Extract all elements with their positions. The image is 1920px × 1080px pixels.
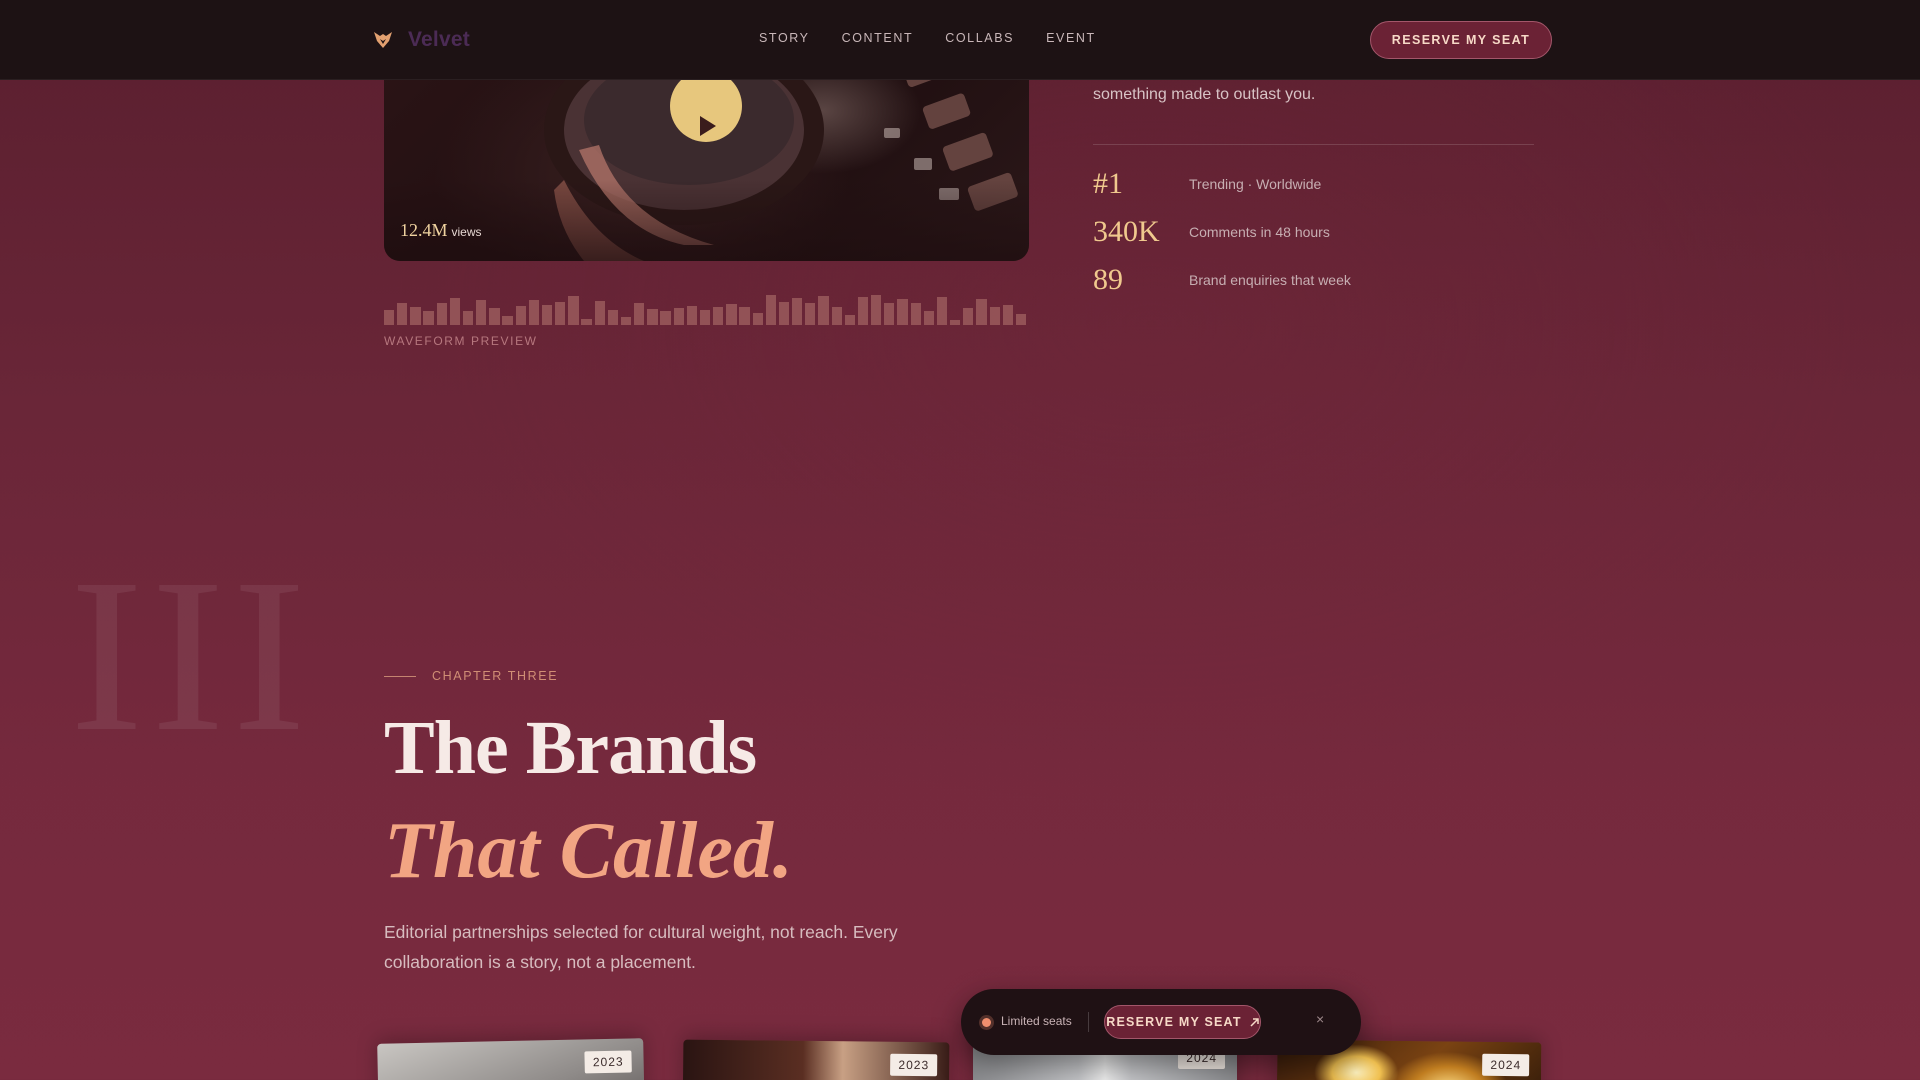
chapter-eyebrow: CHAPTER THREE (384, 669, 558, 683)
waveform-preview (384, 285, 1029, 325)
waveform-bar (989, 307, 1000, 325)
stat-value: #1 (1093, 167, 1123, 200)
waveform-bar (831, 307, 842, 325)
section-title-accent: That Called. (384, 807, 793, 895)
waveform-bar (1015, 314, 1027, 325)
stat-value: 89 (1093, 263, 1123, 296)
waveform-bar (620, 317, 632, 325)
waveform-bar (778, 302, 790, 325)
waveform-bar (792, 298, 803, 325)
reserve-seat-button[interactable]: RESERVE MY SEAT (1370, 21, 1552, 59)
waveform-bar (462, 311, 474, 325)
chapter-label: CHAPTER THREE (432, 669, 559, 683)
waveform-bar (449, 298, 461, 325)
limited-seats-label: Limited seats (1001, 1014, 1072, 1028)
waveform-bar (910, 303, 921, 325)
waveform-bar (752, 313, 763, 325)
waveform-bar (963, 308, 974, 325)
waveform-bar (384, 310, 395, 325)
waveform-bar (607, 310, 619, 325)
waveform-bar (857, 297, 869, 325)
stat-enquiries: 89 Brand enquiries that week (1093, 263, 1351, 297)
floating-reserve-seat-label: RESERVE MY SEAT (1106, 1015, 1242, 1029)
waveform-bar (423, 311, 434, 325)
nav-links: STORY CONTENT COLLABS EVENT (759, 31, 1096, 45)
waveform-bar (581, 319, 592, 325)
waveform-bar (436, 303, 447, 325)
waveform-bar (397, 303, 408, 325)
waveform-bar (568, 296, 579, 325)
waveform-bar (515, 306, 526, 325)
arrow-up-right-icon (1250, 1017, 1259, 1027)
waveform-bar (739, 307, 750, 325)
section-title: The Brands (384, 706, 757, 790)
chapter-line (384, 675, 416, 677)
view-count-label: views (451, 225, 482, 239)
stat-label: Brand enquiries that week (1189, 272, 1351, 288)
waveform-bar (476, 300, 487, 325)
story-tagline: something made to outlast you. (1093, 86, 1316, 103)
year-badge: 2023 (584, 1050, 632, 1074)
view-count-value: 12.4M (400, 220, 448, 240)
stat-comments: 340K Comments in 48 hours (1093, 215, 1330, 249)
waveform-bar (950, 320, 961, 325)
chapter-numeral: III (70, 533, 314, 777)
waveform-bar (528, 300, 540, 325)
stat-label: Trending · Worldwide (1189, 176, 1322, 192)
floating-reserve-bar: Limited seats RESERVE MY SEAT × (961, 989, 1361, 1055)
section-lead: Editorial partnerships selected for cult… (384, 922, 898, 972)
nav-link-collabs[interactable]: COLLABS (945, 31, 1014, 45)
nav-link-story[interactable]: STORY (759, 31, 810, 45)
waveform-bar (541, 305, 553, 325)
stat-value: 340K (1093, 215, 1160, 248)
nav-link-content[interactable]: CONTENT (842, 31, 914, 45)
view-count: 12.4M views (400, 220, 482, 241)
waveform-bar (686, 306, 698, 325)
divider (1093, 144, 1534, 145)
brand-card[interactable]: 2023 (377, 1038, 645, 1080)
floating-reserve-seat-button[interactable]: RESERVE MY SEAT (1104, 1005, 1261, 1039)
divider (1088, 1012, 1089, 1032)
waveform-bar (805, 303, 816, 325)
fox-logo-icon (374, 32, 392, 48)
play-icon (700, 116, 716, 136)
waveform-bar (634, 303, 645, 325)
stat-trending: #1 Trending · Worldwide (1093, 167, 1321, 201)
waveform-bar (765, 295, 776, 325)
waveform-bar (410, 307, 421, 325)
waveform-bar (871, 295, 882, 325)
waveform-bar (489, 308, 500, 325)
brand-card[interactable]: 2023 (682, 1039, 950, 1080)
waveform-caption: WAVEFORM PREVIEW (384, 334, 538, 348)
waveform-bar (660, 311, 671, 325)
year-badge: 2024 (1482, 1053, 1530, 1077)
waveform-bar (699, 310, 711, 325)
waveform-bar (936, 297, 948, 325)
waveform-bar (818, 296, 829, 325)
waveform-bar (647, 309, 658, 325)
waveform-bar (555, 302, 566, 325)
waveform-bar (844, 315, 855, 325)
nav-link-event[interactable]: EVENT (1046, 31, 1096, 45)
waveform-bar (594, 301, 605, 325)
waveform-bar (673, 308, 684, 325)
stat-label: Comments in 48 hours (1189, 224, 1330, 240)
year-badge: 2023 (890, 1053, 938, 1077)
waveform-bar (726, 304, 737, 325)
waveform-bar (897, 299, 908, 325)
brand-name: Velvet (408, 28, 470, 51)
waveform-bar (884, 303, 895, 325)
waveform-bar (502, 316, 513, 325)
status-dot-icon (982, 1018, 991, 1027)
close-icon[interactable]: × (1316, 1011, 1324, 1027)
waveform-bar (923, 311, 934, 325)
play-button[interactable] (670, 70, 742, 142)
waveform-bar (1002, 305, 1013, 325)
brand[interactable]: Velvet (372, 26, 470, 54)
waveform-bar (976, 299, 987, 325)
waveform-bar (713, 307, 724, 325)
top-nav: Velvet STORY CONTENT COLLABS EVENT RESER… (0, 0, 1920, 80)
